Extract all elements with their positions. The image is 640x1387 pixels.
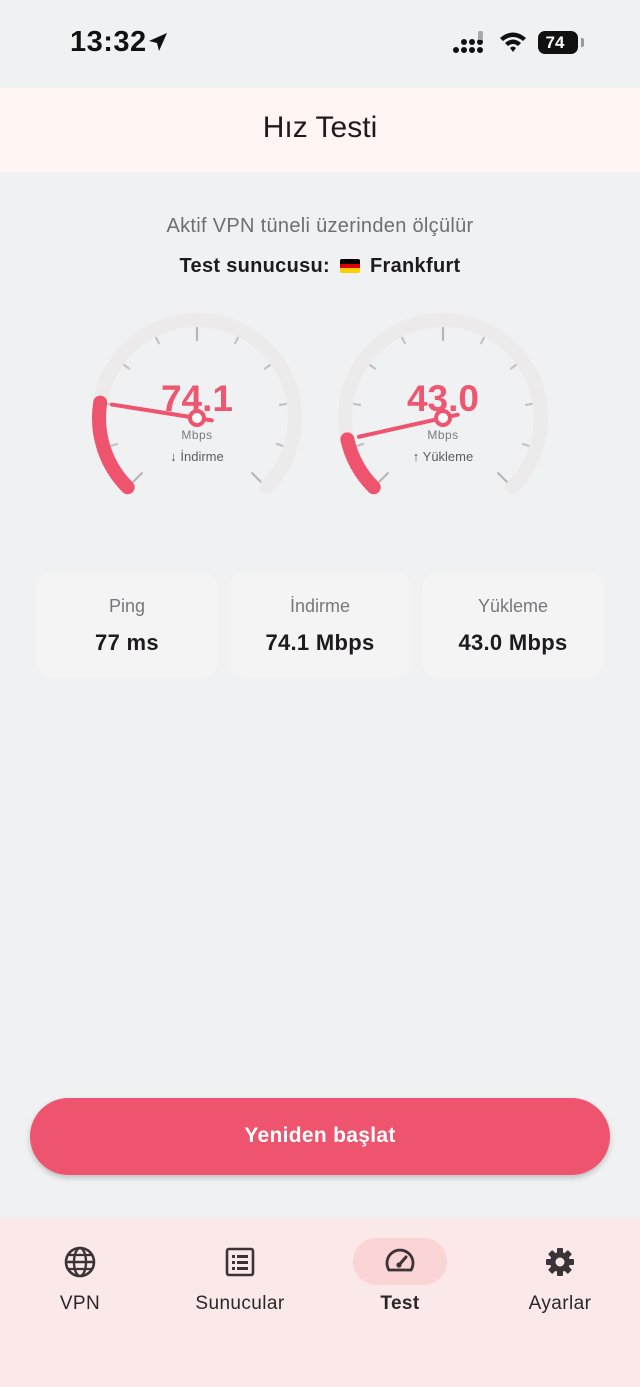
upload-gauge-unit: Mbps xyxy=(427,428,459,442)
globe-icon xyxy=(64,1246,96,1278)
test-server-row: Test sunucusu: Frankfurt xyxy=(0,255,640,278)
wifi-icon xyxy=(500,32,526,52)
location-arrow-icon xyxy=(149,33,167,51)
ping-card-value: 77 ms xyxy=(95,630,159,655)
cellular-signal-icon xyxy=(453,31,483,53)
gear-icon xyxy=(546,1248,574,1276)
nav-label-vpn: VPN xyxy=(59,1293,101,1314)
upload-gauge-tick xyxy=(378,472,389,483)
upload-card: Yükleme 43.0 Mbps xyxy=(422,572,604,678)
battery-indicator: 74 xyxy=(538,31,578,54)
download-card: İndirme 74.1 Mbps xyxy=(229,572,411,678)
download-gauge-tick xyxy=(251,472,262,483)
measurement-note: Aktif VPN tüneli üzerinden ölçülür xyxy=(166,215,474,237)
upload-gauge-tick xyxy=(497,472,508,483)
status-bar: 13:32 74 xyxy=(0,0,640,88)
restart-button-label: Yeniden başlat xyxy=(244,1124,396,1147)
download-gauge-tick xyxy=(132,472,143,483)
upload-gauge-tick xyxy=(480,336,485,345)
download-card-value: 74.1 Mbps xyxy=(265,630,375,655)
download-gauge: 74.1 Mbps ↓ İndirme xyxy=(82,300,312,510)
nav-item-settings[interactable]: Ayarlar xyxy=(480,1218,640,1338)
download-gauge-tick xyxy=(263,363,271,370)
ping-card-title: Ping xyxy=(108,596,146,616)
restart-button[interactable]: Yeniden başlat xyxy=(30,1098,610,1175)
upload-card-title: Yükleme xyxy=(477,596,549,616)
page-title: Hız Testi xyxy=(262,111,378,144)
upload-gauge: 43.0 Mbps ↑ Yükleme xyxy=(328,300,558,510)
ping-card: Ping 77 ms xyxy=(36,572,218,678)
list-icon xyxy=(225,1247,255,1277)
status-time: 13:32 xyxy=(70,26,147,58)
download-card-title: İndirme xyxy=(289,596,351,616)
nav-label-settings: Ayarlar xyxy=(528,1293,592,1314)
upload-card-value: 43.0 Mbps xyxy=(458,630,568,655)
upload-gauge-label: ↑ Yükleme xyxy=(412,449,474,464)
download-gauge-unit: Mbps xyxy=(181,428,213,442)
app-bar: Hız Testi xyxy=(0,88,640,172)
download-gauge-tick xyxy=(275,442,284,447)
nav-item-vpn[interactable]: VPN xyxy=(0,1218,160,1338)
upload-gauge-tick xyxy=(521,442,530,447)
download-gauge-label: ↓ İndirme xyxy=(170,449,224,464)
upload-gauge-tick xyxy=(356,442,365,447)
upload-gauge-tick xyxy=(509,363,517,370)
download-gauge-tick xyxy=(234,336,239,345)
nav-label-servers: Sunucular xyxy=(195,1293,285,1314)
nav-item-servers[interactable]: Sunucular xyxy=(160,1218,320,1338)
test-server-label: Test sunucusu: xyxy=(179,255,331,277)
download-gauge-tick xyxy=(123,363,131,370)
upload-gauge-value: 43.0 xyxy=(406,378,479,419)
upload-gauge-tick xyxy=(401,336,406,345)
upload-gauge-tick xyxy=(369,363,377,370)
download-gauge-tick xyxy=(110,442,119,447)
nav-item-test[interactable]: Test xyxy=(320,1218,480,1338)
test-server-name: Frankfurt xyxy=(370,255,461,277)
battery-cap xyxy=(581,38,584,47)
download-gauge-value: 74.1 xyxy=(160,378,233,419)
germany-flag-icon xyxy=(340,259,361,273)
speedometer-icon xyxy=(385,1248,415,1272)
nav-label-test: Test xyxy=(380,1293,420,1314)
battery-level: 74 xyxy=(545,33,565,52)
download-gauge-tick xyxy=(155,336,160,345)
bottom-navigation: VPN Sunucular Test Ayarlar xyxy=(0,1218,640,1387)
